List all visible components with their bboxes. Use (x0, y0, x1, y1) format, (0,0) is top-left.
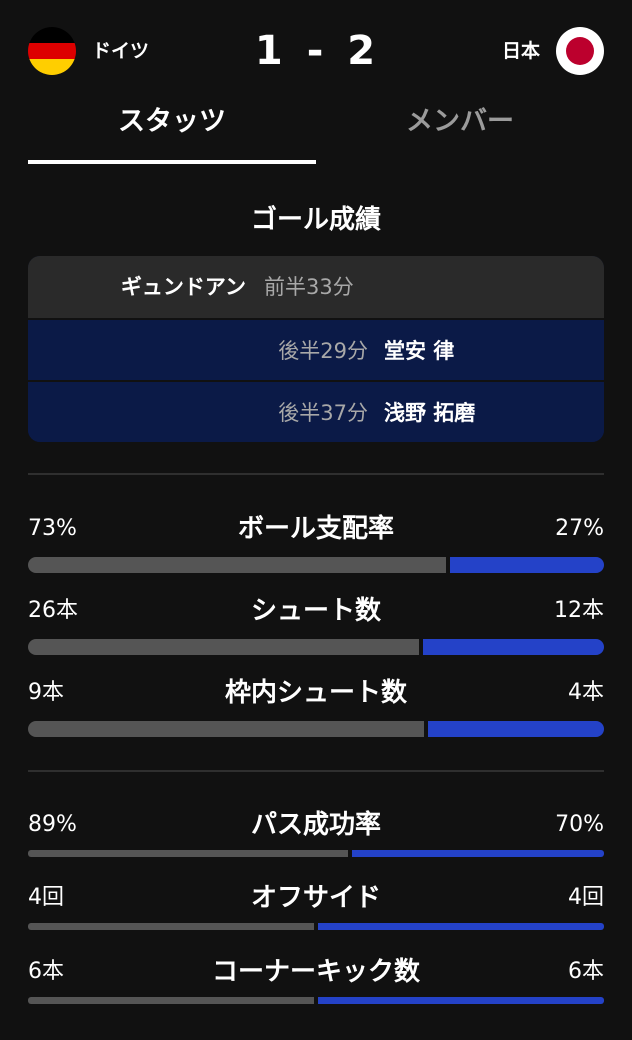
goal-scorer: ギュンドアン (120, 275, 246, 299)
divider (28, 770, 604, 772)
stat-label: 枠内シュート数 (224, 678, 407, 708)
japan-flag-sun (566, 37, 594, 65)
stat-comparison-bar (28, 557, 604, 573)
goal-scorer: 浅野 拓磨 (384, 401, 476, 425)
score-separator: - (306, 28, 326, 74)
home-bar-segment (28, 923, 314, 930)
stat-comparison-bar (28, 923, 604, 930)
home-bar-segment (28, 557, 446, 573)
stat-away-value: 6本 (568, 959, 604, 984)
goal-row-away: 堂安 律後半29分 (28, 318, 604, 382)
stat-away-value: 70% (555, 812, 604, 837)
away-team-name: 日本 (501, 40, 540, 62)
goals-list: ギュンドアン 前半33分 堂安 律後半29分 浅野 拓磨 後半37分 (28, 256, 604, 442)
stat-row: 6本 コーナーキック数 6本 (28, 957, 604, 1017)
stat-label: ボール支配率 (237, 514, 394, 544)
stat-row: 4回 オフサイド 4回 (28, 883, 604, 943)
home-bar-segment (28, 997, 314, 1004)
stat-comparison-bar (28, 639, 604, 655)
tab-stats[interactable]: スタッツ (28, 98, 316, 150)
stat-away-value: 27% (555, 516, 604, 541)
home-score: 1 (254, 28, 285, 74)
match-header: ドイツ 1-2 日本 (0, 0, 632, 100)
stat-label: パス成功率 (250, 810, 381, 840)
away-bar-segment (423, 639, 604, 655)
goal-row-away: 浅野 拓磨 後半37分 (28, 380, 604, 442)
home-bar-segment (28, 721, 424, 737)
goal-time: 後半37分 (278, 401, 368, 425)
stat-comparison-bar (28, 850, 604, 857)
stat-away-value: 12本 (554, 598, 604, 623)
active-tab-indicator (28, 160, 316, 164)
tab-members[interactable]: メンバー (316, 98, 604, 150)
home-bar-segment (28, 639, 419, 655)
tab-bar: スタッツ メンバー (28, 98, 604, 166)
stat-row: 9本 枠内シュート数 4本 (28, 678, 604, 738)
stat-away-value: 4回 (568, 885, 604, 910)
stat-row: 26本 シュート数 12本 (28, 596, 604, 656)
away-score: 2 (347, 28, 378, 74)
goal-time: 前半33分 (264, 275, 354, 299)
stat-comparison-bar (28, 997, 604, 1004)
goal-row-home: ギュンドアン 前半33分 (28, 256, 604, 318)
goal-time: 後半29分 (278, 339, 368, 363)
away-bar-segment (428, 721, 604, 737)
stat-row: 73% ボール支配率 27% (28, 514, 604, 574)
goal-scorer: 堂安 律 (384, 339, 455, 363)
home-bar-segment (28, 850, 348, 857)
divider (28, 473, 604, 475)
away-bar-segment (318, 997, 604, 1004)
away-bar-segment (318, 923, 604, 930)
stat-label: オフサイド (250, 883, 381, 913)
japan-flag-icon (556, 27, 604, 75)
away-bar-segment (352, 850, 604, 857)
stat-comparison-bar (28, 721, 604, 737)
away-bar-segment (450, 557, 604, 573)
stat-label: シュート数 (250, 596, 381, 626)
stat-label: コーナーキック数 (211, 957, 420, 987)
goals-section-title: ゴール成績 (250, 205, 381, 235)
stat-away-value: 4本 (568, 680, 604, 705)
stat-row: 89% パス成功率 70% (28, 810, 604, 870)
